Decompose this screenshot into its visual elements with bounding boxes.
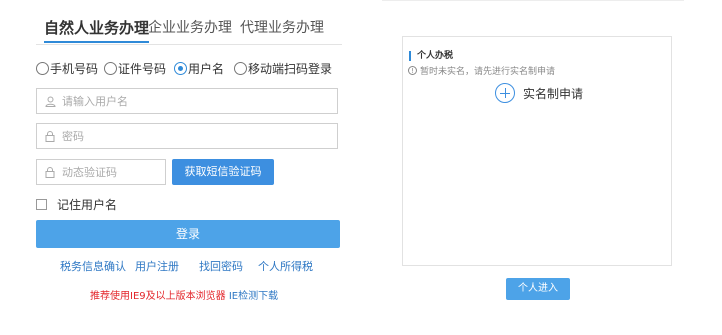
user-icon (44, 95, 56, 107)
get-sms-code-button[interactable]: 获取短信验证码 (172, 159, 274, 185)
warning-text: 暂时未实名，请先进行实名制申请 (420, 67, 556, 77)
username-placeholder: 请输入用户名 (62, 95, 128, 108)
tab-agent[interactable]: 代理业务办理 (240, 20, 324, 36)
remember-username: 记住用户名 (36, 196, 117, 213)
info-icon: ! (408, 66, 417, 75)
lock-icon (44, 130, 56, 142)
username-input[interactable]: 请输入用户名 (36, 88, 338, 114)
link-personal-income-tax[interactable]: 个人所得税 (258, 258, 313, 274)
realname-warning: ! 暂时未实名，请先进行实名制申请 (408, 64, 555, 77)
business-tabs: 自然人业务办理 企业业务办理 代理业务办理 (36, 14, 342, 45)
radio-username-label: 用户名 (188, 62, 225, 76)
radio-qr-login[interactable]: 移动端扫码登录 (234, 60, 332, 77)
top-divider (382, 0, 684, 1)
radio-qr-login-label: 移动端扫码登录 (248, 62, 333, 76)
radio-phone-label: 手机号码 (50, 62, 99, 76)
browser-recommendation: 推荐使用IE9及以上版本浏览器 IE检测下载 (90, 287, 278, 302)
tab-enterprise[interactable]: 企业业务办理 (148, 20, 232, 36)
apply-label: 实名制申请 (523, 86, 584, 101)
tab-individual[interactable]: 自然人业务办理 (44, 20, 150, 43)
password-input[interactable]: 密码 (36, 123, 338, 149)
radio-phone[interactable]: 手机号码 (36, 60, 98, 77)
remember-checkbox[interactable] (36, 199, 47, 210)
radio-circle[interactable] (104, 62, 117, 75)
radio-id-number[interactable]: 证件号码 (104, 60, 166, 77)
link-register[interactable]: 用户注册 (135, 258, 179, 274)
plus-circle-icon (495, 83, 515, 103)
sms-code-input[interactable]: 动态验证码 (36, 159, 166, 185)
login-button[interactable]: 登录 (36, 220, 340, 248)
card-title: 个人办税 (409, 51, 453, 61)
radio-id-number-label: 证件号码 (118, 62, 167, 76)
realname-apply-button[interactable]: 实名制申请 (495, 83, 583, 103)
login-panel: 自然人业务办理 企业业务办理 代理业务办理 手机号码 证件号码 用户名 移动端扫… (36, 0, 342, 335)
personal-enter-button[interactable]: 个人进入 (506, 278, 570, 300)
radio-circle[interactable] (234, 62, 247, 75)
link-tax-info-confirm[interactable]: 税务信息确认 (60, 258, 126, 274)
password-placeholder: 密码 (62, 130, 84, 143)
remember-label: 记住用户名 (57, 198, 118, 212)
personal-tax-card: 个人办税 ! 暂时未实名，请先进行实名制申请 实名制申请 (402, 36, 672, 266)
radio-circle[interactable] (36, 62, 49, 75)
lock-icon (44, 166, 56, 178)
sms-code-placeholder: 动态验证码 (62, 166, 117, 179)
link-recover-password[interactable]: 找回密码 (199, 258, 243, 274)
radio-username[interactable]: 用户名 (174, 60, 224, 77)
ie-check-download-link[interactable]: IE检测下载 (229, 291, 278, 302)
browser-note-text: 推荐使用IE9及以上版本浏览器 (90, 291, 226, 302)
radio-circle-selected[interactable] (174, 62, 187, 75)
